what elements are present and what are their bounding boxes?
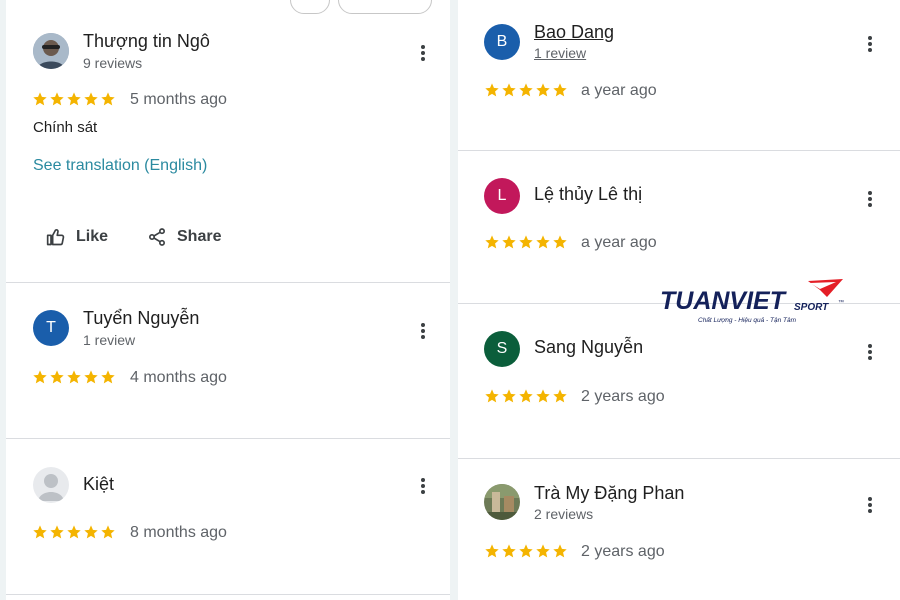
star-icon bbox=[536, 544, 550, 558]
star-icon bbox=[50, 525, 64, 539]
rating-stars bbox=[484, 81, 568, 99]
reviewer-review-count[interactable]: 1 review bbox=[534, 45, 586, 61]
review-card: Kiệt 8 months ago bbox=[6, 439, 450, 594]
star-icon bbox=[101, 525, 115, 539]
review-date: 4 months ago bbox=[130, 369, 227, 386]
more-options-icon[interactable] bbox=[419, 43, 427, 63]
more-options-icon[interactable] bbox=[419, 476, 427, 496]
divider bbox=[6, 594, 450, 595]
star-icon bbox=[485, 389, 499, 403]
star-icon bbox=[502, 389, 516, 403]
star-icon bbox=[67, 525, 81, 539]
logo-sub-text: SPORT bbox=[794, 302, 829, 313]
star-icon bbox=[536, 83, 550, 97]
more-options-icon[interactable] bbox=[866, 189, 874, 209]
star-icon bbox=[84, 92, 98, 106]
reviewer-name[interactable]: Bao Dang bbox=[534, 22, 614, 43]
like-label: Like bbox=[76, 228, 109, 245]
like-button[interactable]: Like bbox=[46, 227, 108, 247]
more-options-icon[interactable] bbox=[866, 495, 874, 515]
avatar-letter[interactable]: B bbox=[484, 24, 520, 60]
star-icon bbox=[553, 544, 567, 558]
rating-stars bbox=[32, 90, 116, 108]
more-options-icon[interactable] bbox=[866, 342, 874, 362]
star-icon bbox=[67, 370, 81, 384]
review-date: a year ago bbox=[581, 234, 657, 251]
more-options-icon[interactable] bbox=[866, 34, 874, 54]
star-icon bbox=[553, 235, 567, 249]
star-icon bbox=[485, 235, 499, 249]
review-card: Trà My Đặng Phan 2 reviews 2 years ago bbox=[458, 459, 900, 600]
star-icon bbox=[553, 389, 567, 403]
reviewer-name[interactable]: Kiệt bbox=[83, 474, 114, 495]
rating-stars bbox=[32, 523, 116, 541]
star-icon bbox=[502, 83, 516, 97]
star-icon bbox=[67, 92, 81, 106]
share-label: Share bbox=[177, 228, 222, 245]
rating-stars bbox=[484, 387, 568, 405]
star-icon bbox=[50, 92, 64, 106]
star-icon bbox=[33, 525, 47, 539]
review-card: B Bao Dang 1 review a year ago bbox=[458, 0, 900, 150]
reviewer-review-count[interactable]: 1 review bbox=[83, 332, 135, 348]
star-icon bbox=[101, 92, 115, 106]
reviewer-name[interactable]: Sang Nguyễn bbox=[534, 337, 643, 358]
photo-avatar-icon[interactable] bbox=[33, 33, 69, 69]
star-icon bbox=[33, 370, 47, 384]
see-translation-link[interactable]: See translation (English) bbox=[33, 157, 207, 175]
more-options-icon[interactable] bbox=[419, 321, 427, 341]
star-icon bbox=[553, 83, 567, 97]
star-icon bbox=[33, 92, 47, 106]
avatar-letter[interactable]: T bbox=[33, 310, 69, 346]
star-icon bbox=[519, 544, 533, 558]
review-card: S Sang Nguyễn 2 years ago bbox=[458, 304, 900, 458]
star-icon bbox=[84, 525, 98, 539]
share-button[interactable]: Share bbox=[147, 227, 221, 247]
photo-avatar-icon[interactable] bbox=[484, 484, 520, 520]
star-icon bbox=[536, 389, 550, 403]
logo-tagline: Chất Lượng - Hiệu quả - Tận Tâm bbox=[698, 316, 797, 324]
rating-stars bbox=[484, 233, 568, 251]
share-icon bbox=[149, 228, 165, 246]
review-date: 5 months ago bbox=[130, 91, 227, 108]
reviewer-name[interactable]: Tuyển Nguyễn bbox=[83, 308, 199, 329]
default-person-icon[interactable] bbox=[33, 467, 69, 503]
review-date: 8 months ago bbox=[130, 524, 227, 541]
logo-tm: ™ bbox=[838, 299, 844, 306]
thumbs-up-icon bbox=[46, 229, 65, 246]
logo-brand-text: TUANVIET bbox=[660, 287, 788, 315]
reviewer-name[interactable]: Trà My Đặng Phan bbox=[534, 483, 684, 504]
star-icon bbox=[485, 83, 499, 97]
review-card: T Tuyển Nguyễn 1 review 4 months ago bbox=[6, 283, 450, 438]
reviewer-name[interactable]: Lệ thủy Lê thị bbox=[534, 184, 642, 205]
star-icon bbox=[50, 370, 64, 384]
star-icon bbox=[519, 235, 533, 249]
reviewer-review-count[interactable]: 9 reviews bbox=[83, 55, 142, 71]
star-icon bbox=[502, 235, 516, 249]
rating-stars bbox=[484, 542, 568, 560]
review-date: a year ago bbox=[581, 82, 657, 99]
star-icon bbox=[536, 235, 550, 249]
star-icon bbox=[101, 370, 115, 384]
avatar-letter[interactable]: L bbox=[484, 178, 520, 214]
star-icon bbox=[519, 389, 533, 403]
star-icon bbox=[502, 544, 516, 558]
avatar-letter[interactable]: S bbox=[484, 331, 520, 367]
reviewer-review-count[interactable]: 2 reviews bbox=[534, 506, 593, 522]
review-text: Chính sát bbox=[33, 119, 98, 136]
star-icon bbox=[485, 544, 499, 558]
star-icon bbox=[519, 83, 533, 97]
review-card: Thượng tin Ngô 9 reviews 5 months ago Ch… bbox=[6, 0, 450, 282]
review-date: 2 years ago bbox=[581, 543, 665, 560]
left-review-column: Thượng tin Ngô 9 reviews 5 months ago Ch… bbox=[6, 0, 450, 600]
reviewer-name[interactable]: Thượng tin Ngô bbox=[83, 31, 210, 52]
review-date: 2 years ago bbox=[581, 388, 665, 405]
tuanviet-sport-logo: TUANVIET SPORT ™ Chất Lượng - Hiệu quả -… bbox=[660, 279, 844, 324]
rating-stars bbox=[32, 368, 116, 386]
star-icon bbox=[84, 370, 98, 384]
